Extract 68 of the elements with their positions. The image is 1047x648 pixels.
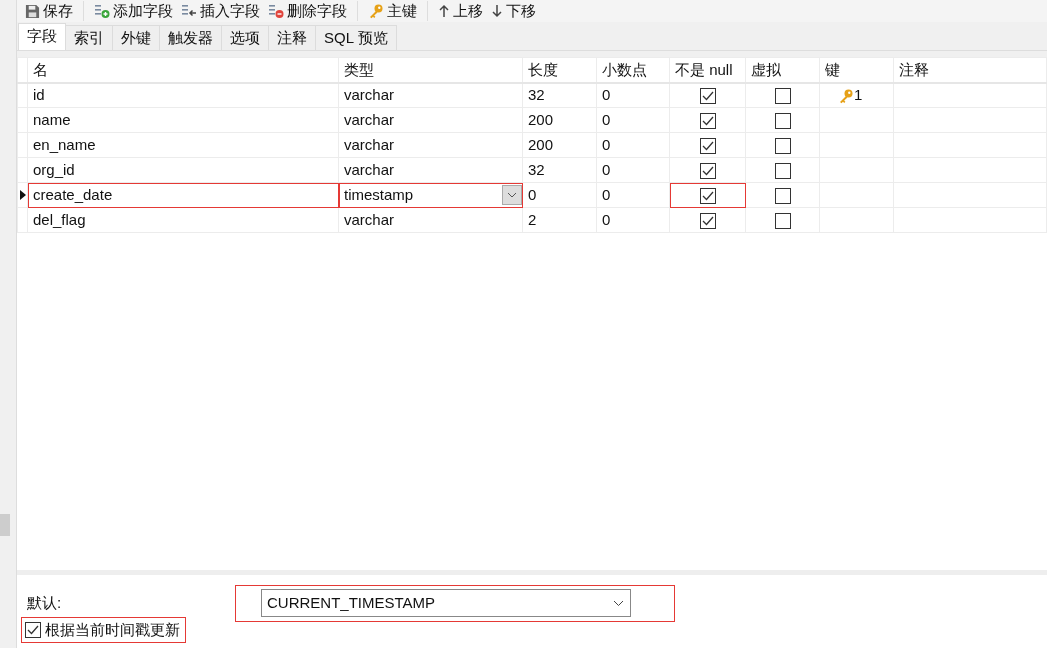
checkbox[interactable]	[699, 88, 716, 105]
table-cell: org_id	[27, 157, 339, 183]
column-header[interactable]: 长度	[522, 57, 597, 83]
table-cell: varchar	[338, 132, 523, 158]
table-cell: 0	[596, 132, 670, 158]
column-header[interactable]: 键	[819, 57, 894, 83]
column-header[interactable]: 不是 null	[669, 57, 746, 83]
table-cell: 32	[522, 157, 597, 183]
scroll-thumb[interactable]	[0, 514, 10, 536]
table-cell: create_date	[27, 182, 339, 208]
checkbox[interactable]	[699, 162, 716, 179]
table-cell: 0	[596, 82, 670, 108]
key-order: 1	[854, 86, 863, 103]
table-cell: varchar	[338, 157, 523, 183]
key-icon	[368, 3, 384, 19]
down-arrow-icon	[491, 4, 503, 18]
default-dropdown[interactable]: CURRENT_TIMESTAMP	[261, 589, 631, 617]
toolbar-button[interactable]: 下移	[487, 2, 540, 20]
checkbox[interactable]	[774, 88, 791, 105]
default-label: 默认:	[27, 593, 63, 614]
table-cell: varchar	[338, 207, 523, 233]
toolbar-button[interactable]: 主键	[364, 2, 421, 20]
checkbox[interactable]	[25, 622, 41, 638]
table-cell: 200	[522, 132, 597, 158]
checkbox[interactable]	[699, 112, 716, 129]
checkbox[interactable]	[774, 212, 791, 229]
table-cell: id	[27, 82, 339, 108]
table-cell: name	[27, 107, 339, 133]
column-header[interactable]: 注释	[893, 57, 1047, 83]
checkbox[interactable]	[699, 187, 716, 204]
key-icon	[838, 88, 854, 105]
table-cell: en_name	[27, 132, 339, 158]
toolbar-button[interactable]: 删除字段	[264, 2, 351, 20]
table-cell: 0	[596, 207, 670, 233]
column-header[interactable]: 小数点	[596, 57, 670, 83]
table-cell: del_flag	[27, 207, 339, 233]
table-cell: 0	[596, 157, 670, 183]
table-cell: varchar	[338, 82, 523, 108]
table-cell: 0	[596, 107, 670, 133]
table-cell: 2	[522, 207, 597, 233]
tab[interactable]: SQL 预览	[315, 25, 397, 50]
checkbox[interactable]	[774, 137, 791, 154]
save-icon	[25, 3, 40, 19]
table-cell: 32	[522, 82, 597, 108]
caret-icon	[507, 192, 517, 198]
checkbox[interactable]	[774, 162, 791, 179]
add-field-icon	[94, 3, 110, 19]
toolbar-button[interactable]: 插入字段	[177, 2, 264, 20]
toolbar-button[interactable]: 保存	[21, 2, 77, 20]
checkbox[interactable]	[774, 187, 791, 204]
up-arrow-icon	[438, 4, 450, 18]
tab[interactable]: 字段	[18, 23, 66, 50]
insert-field-icon	[181, 3, 197, 19]
toolbar-button[interactable]: 上移	[434, 2, 487, 20]
column-header[interactable]: 名	[27, 57, 339, 83]
table-cell: varchar	[338, 107, 523, 133]
delete-field-icon	[268, 3, 284, 19]
checkbox[interactable]	[699, 212, 716, 229]
column-header[interactable]: 类型	[338, 57, 523, 83]
checkbox[interactable]	[774, 112, 791, 129]
table-cell: 200	[522, 107, 597, 133]
column-header[interactable]: 虚拟	[745, 57, 820, 83]
toolbar-button[interactable]: 添加字段	[90, 2, 177, 20]
checkbox[interactable]	[699, 137, 716, 154]
table-cell: 0	[522, 182, 597, 208]
table-cell: 0	[596, 182, 670, 208]
caret-icon	[613, 599, 624, 607]
checkbox-label: 根据当前时间戳更新	[45, 619, 180, 640]
